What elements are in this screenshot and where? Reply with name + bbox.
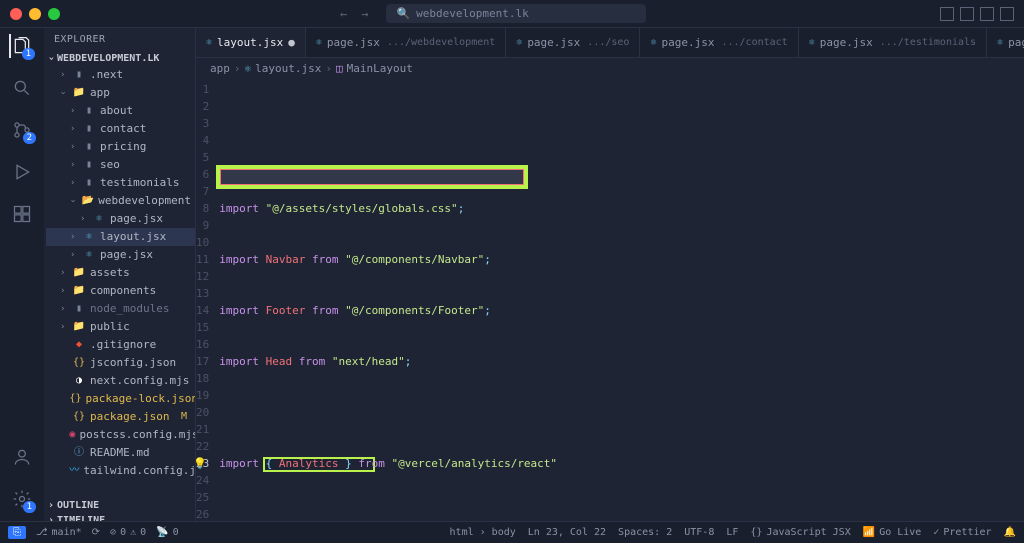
breadcrumb[interactable]: app › ⚛ layout.jsx › ◫ MainLayout	[196, 58, 1024, 79]
folder-seo[interactable]: ▮seo	[46, 156, 195, 174]
file-page-jsx-root[interactable]: ⚛page.jsx	[46, 246, 195, 264]
editor-tabs: ⚛layout.jsx● ⚛page.jsx.../webdevelopment…	[196, 28, 1024, 58]
scm-badge: 2	[23, 132, 36, 144]
file-jsconfig[interactable]: {}jsconfig.json	[46, 354, 195, 372]
run-debug-icon[interactable]	[10, 160, 34, 184]
breadcrumb-file[interactable]: layout.jsx	[255, 62, 321, 75]
folder-components[interactable]: 📁components	[46, 282, 195, 300]
folder-about[interactable]: ▮about	[46, 102, 195, 120]
file-tree: ▮.next 📁app ▮about ▮contact ▮pricing ▮se…	[44, 66, 195, 480]
titlebar-layout-controls	[940, 7, 1014, 21]
nav-arrows: ← →	[340, 7, 368, 21]
tab-page-webdev[interactable]: ⚛page.jsx.../webdevelopment	[306, 28, 506, 57]
outline-section[interactable]: OUTLINE	[44, 498, 195, 513]
indentation[interactable]: Spaces: 2	[618, 527, 672, 538]
folder-webdevelopment[interactable]: 📂webdevelopment	[46, 192, 195, 210]
code-editor[interactable]: 💡 import "@/assets/styles/globals.css"; …	[219, 79, 1024, 521]
folder-next[interactable]: ▮.next	[46, 66, 195, 84]
nav-back-icon[interactable]: ←	[340, 7, 347, 21]
breadcrumb-app[interactable]: app	[210, 62, 230, 75]
sidebar: EXPLORER WEBDEVELOPMENT.LK ▮.next 📁app ▮…	[44, 28, 196, 521]
close-window-button[interactable]	[10, 8, 22, 20]
file-postcss[interactable]: ◉postcss.config.mjs	[46, 426, 195, 444]
panel-right-icon[interactable]	[980, 7, 994, 21]
nav-forward-icon[interactable]: →	[361, 7, 368, 21]
extensions-icon[interactable]	[10, 202, 34, 226]
folder-public[interactable]: 📁public	[46, 318, 195, 336]
problems-indicator[interactable]: ⊘0 ⚠0	[110, 527, 146, 538]
react-file-icon: ⚛	[245, 62, 252, 75]
highlight-annotation-1	[216, 165, 528, 189]
search-icon: 🔍	[396, 7, 410, 20]
status-bar: ⎘ ⎇main* ⟳ ⊘0 ⚠0 📡0 html › body Ln 23, C…	[0, 521, 1024, 543]
explorer-icon[interactable]: 1	[9, 34, 33, 58]
file-package-json[interactable]: {}package.jsonM	[46, 408, 195, 426]
minimize-window-button[interactable]	[29, 8, 41, 20]
language-mode[interactable]: {} JavaScript JSX	[750, 527, 850, 538]
project-section[interactable]: WEBDEVELOPMENT.LK	[44, 51, 195, 66]
sync-button[interactable]: ⟳	[92, 527, 100, 538]
encoding[interactable]: UTF-8	[684, 527, 714, 538]
activity-bar: 1 2 1	[0, 28, 44, 521]
settings-icon[interactable]: 1	[10, 487, 34, 511]
go-live-button[interactable]: 📶 Go Live	[863, 527, 922, 538]
window-controls	[10, 8, 60, 20]
command-center-text: webdevelopment.lk	[416, 7, 529, 20]
titlebar: ← → 🔍 webdevelopment.lk	[0, 0, 1024, 28]
prettier-status[interactable]: ✓ Prettier	[933, 527, 991, 538]
folder-node-modules[interactable]: ▮node_modules	[46, 300, 195, 318]
chevron-right-icon: ›	[325, 62, 332, 75]
tab-page-testimonials[interactable]: ⚛page.jsx.../testimonials	[799, 28, 987, 57]
sidebar-title: EXPLORER	[44, 28, 195, 51]
folder-contact[interactable]: ▮contact	[46, 120, 195, 138]
branch-icon: ⎇	[36, 527, 48, 538]
tab-page-seo[interactable]: ⚛page.jsx.../seo	[506, 28, 640, 57]
folder-app[interactable]: 📁app	[46, 84, 195, 102]
lightbulb-icon[interactable]: 💡	[196, 455, 207, 472]
explorer-badge: 1	[22, 48, 35, 60]
panel-left-icon[interactable]	[940, 7, 954, 21]
file-gitignore[interactable]: ◆.gitignore	[46, 336, 195, 354]
file-package-lock[interactable]: {}package-lock.jsonM	[46, 390, 195, 408]
cursor-position[interactable]: Ln 23, Col 22	[528, 527, 606, 538]
maximize-window-button[interactable]	[48, 8, 60, 20]
eol[interactable]: LF	[726, 527, 738, 538]
git-branch[interactable]: ⎇main*	[36, 527, 82, 538]
remote-button[interactable]: ⎘	[8, 526, 26, 539]
file-tailwind-config[interactable]: 〰tailwind.config.js	[46, 462, 195, 480]
folder-pricing[interactable]: ▮pricing	[46, 138, 195, 156]
chevron-right-icon: ›	[234, 62, 241, 75]
notifications-icon[interactable]: 🔔	[1004, 527, 1016, 538]
file-next-config[interactable]: ◑next.config.mjs	[46, 372, 195, 390]
settings-badge: 1	[23, 501, 36, 513]
file-layout-jsx[interactable]: ⚛layout.jsx	[46, 228, 195, 246]
search-icon[interactable]	[10, 76, 34, 100]
file-readme[interactable]: ⓘREADME.md	[46, 444, 195, 462]
layout-icon[interactable]	[1000, 7, 1014, 21]
html-path[interactable]: html › body	[450, 527, 516, 538]
breadcrumb-symbol[interactable]: MainLayout	[347, 62, 413, 75]
tab-page-contact[interactable]: ⚛page.jsx.../contact	[640, 28, 798, 57]
folder-testimonials[interactable]: ▮testimonials	[46, 174, 195, 192]
editor-area: ⚛layout.jsx● ⚛page.jsx.../webdevelopment…	[196, 28, 1024, 521]
symbol-icon: ◫	[336, 62, 343, 75]
ports-indicator[interactable]: 📡0	[156, 527, 178, 538]
folder-assets[interactable]: 📁assets	[46, 264, 195, 282]
panel-bottom-icon[interactable]	[960, 7, 974, 21]
source-control-icon[interactable]: 2	[10, 118, 34, 142]
command-center[interactable]: 🔍 webdevelopment.lk	[386, 4, 646, 23]
tab-layout-jsx[interactable]: ⚛layout.jsx●	[196, 28, 306, 57]
account-icon[interactable]	[10, 445, 34, 469]
file-page-jsx-wd[interactable]: ⚛page.jsx	[46, 210, 195, 228]
tab-page-pricing[interactable]: ⚛page.jsx.../pricir	[987, 28, 1024, 57]
timeline-section[interactable]: TIMELINE	[44, 513, 195, 521]
